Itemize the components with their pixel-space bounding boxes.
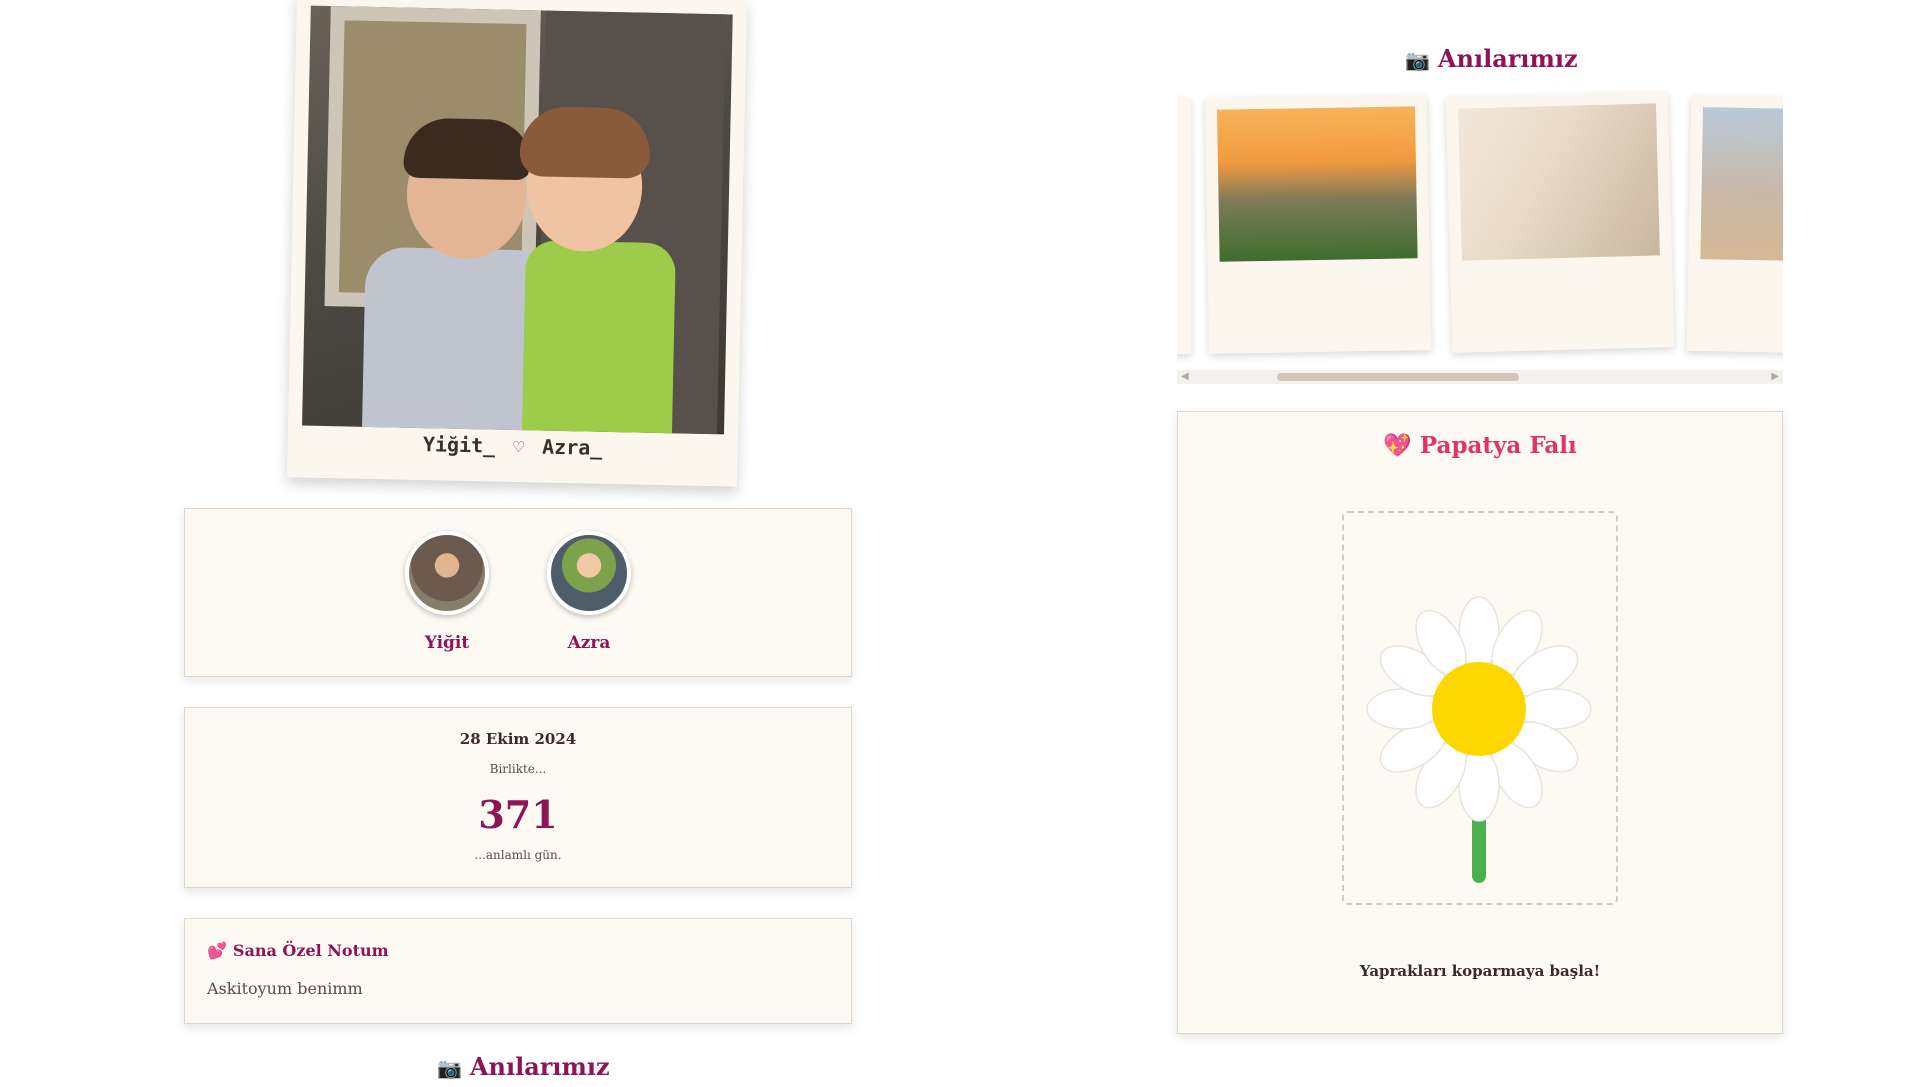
start-date: 28 Ekim 2024 [459, 730, 577, 748]
gallery-photo-hug[interactable] [1445, 91, 1675, 353]
memories-heading: 📷 Anılarımız [1405, 44, 1578, 73]
name-azra: Azra [567, 633, 611, 653]
gallery-photo-partial-left[interactable] [1177, 98, 1191, 354]
main-polaroid: Yiğit_ ♡ Azra_ [286, 0, 748, 487]
scroll-right-arrow-icon[interactable]: ▶ [1771, 370, 1779, 384]
avatar-azra[interactable] [547, 531, 631, 615]
daisy-area[interactable] [1342, 511, 1618, 905]
memories-heading-bottom: 📷 Anılarımız [437, 1052, 610, 1081]
couple-photo [302, 5, 733, 435]
two-hearts-icon: 💕 [207, 941, 227, 960]
fortune-prompt: Yaprakları koparmaya başla! [1359, 962, 1601, 980]
meaningful-days-label: ...anlamlı gün. [474, 848, 562, 862]
special-note-card: 💕 Sana Özel Notum Askitoyum benimm [184, 918, 852, 1024]
days-count: 371 [478, 792, 558, 837]
heart-icon: ♡ [513, 436, 525, 459]
fortune-title: 💖 Papatya Falı [1383, 432, 1577, 459]
avatar-yigit[interactable] [405, 531, 489, 615]
together-label: Birlikte... [489, 762, 547, 776]
camera-icon: 📷 [1405, 48, 1430, 72]
profiles-card: Yiğit Azra [184, 508, 852, 677]
gallery-photo-sunset[interactable] [1204, 94, 1432, 354]
day-counter-card: 28 Ekim 2024 Birlikte... 371 ...anlamlı … [184, 707, 852, 888]
scrollbar-thumb[interactable] [1277, 373, 1519, 381]
note-title: 💕 Sana Özel Notum [207, 941, 389, 960]
note-body: Askitoyum benimm [207, 979, 363, 998]
daisy-center [1432, 662, 1526, 756]
memories-gallery[interactable] [1177, 90, 1783, 370]
camera-icon: 📷 [437, 1056, 462, 1080]
scroll-left-arrow-icon[interactable]: ◀ [1181, 370, 1189, 384]
gallery-scrollbar[interactable]: ◀ ▶ [1177, 370, 1783, 384]
caption-right-name: Azra_ [541, 434, 603, 460]
growing-heart-icon: 💖 [1383, 432, 1412, 459]
polaroid-caption: Yiğit_ ♡ Azra_ [287, 429, 737, 462]
gallery-photo-beach[interactable] [1686, 94, 1783, 354]
name-yigit: Yiğit [424, 633, 470, 653]
daisy-flower[interactable] [1344, 513, 1616, 903]
caption-left-name: Yiğit_ [422, 432, 496, 458]
